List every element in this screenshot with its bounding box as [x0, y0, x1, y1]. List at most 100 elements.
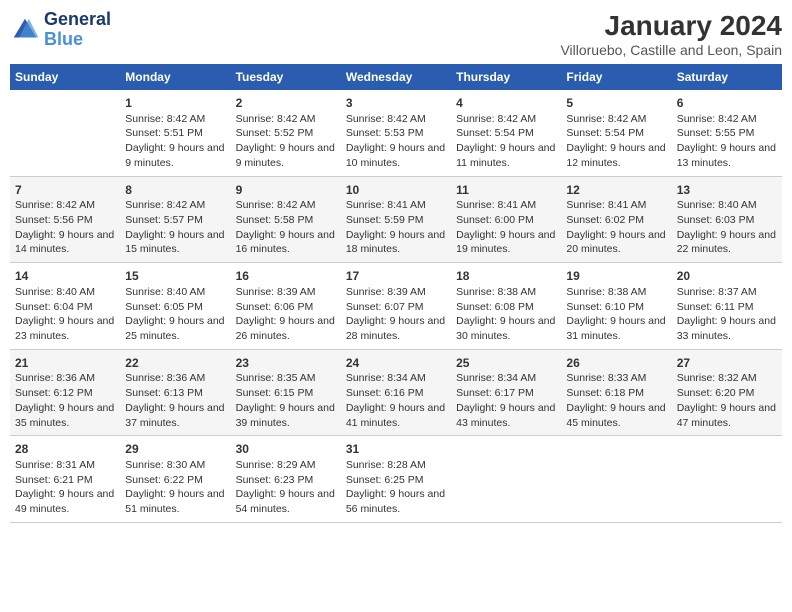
day-number: 21 — [15, 355, 115, 372]
daylight-text: Daylight: 9 hours and 15 minutes. — [125, 228, 225, 257]
calendar-cell: 31Sunrise: 8:28 AMSunset: 6:25 PMDayligh… — [341, 436, 451, 523]
sunrise-text: Sunrise: 8:37 AM — [677, 285, 777, 300]
day-number: 13 — [677, 182, 777, 199]
daylight-text: Daylight: 9 hours and 22 minutes. — [677, 228, 777, 257]
sunset-text: Sunset: 5:51 PM — [125, 126, 225, 141]
calendar-cell: 2Sunrise: 8:42 AMSunset: 5:52 PMDaylight… — [231, 90, 341, 176]
week-row-1: 7 Sunrise: 8:42 AM Sunset: 5:56 PM Daylight… — [10, 176, 782, 263]
calendar-cell: 3Sunrise: 8:42 AMSunset: 5:53 PMDaylight… — [341, 90, 451, 176]
sunset-text: Sunset: 6:25 PM — [346, 473, 446, 488]
day-number: 4 — [456, 95, 556, 112]
day-number: 15 — [125, 268, 225, 285]
week-row-2: 14Sunrise: 8:40 AMSunset: 6:04 PMDayligh… — [10, 263, 782, 350]
day-number: 9 — [236, 182, 336, 199]
day-number: 16 — [236, 268, 336, 285]
sunrise-text: Sunrise: 8:41 AM — [566, 198, 666, 213]
sunset-text: Sunset: 6:17 PM — [456, 386, 556, 401]
sunset-text: Sunset: 6:23 PM — [236, 473, 336, 488]
sunset-text: Sunset: 5:59 PM — [346, 213, 446, 228]
calendar-cell: 22Sunrise: 8:36 AMSunset: 6:13 PMDayligh… — [120, 349, 230, 436]
logo-text: General Blue — [44, 10, 111, 50]
sunrise-text: Sunrise: 8:36 AM — [15, 371, 115, 386]
sunrise-text: Sunrise: 8:39 AM — [346, 285, 446, 300]
logo: General Blue — [10, 10, 111, 50]
subtitle: Villoruebo, Castille and Leon, Spain — [560, 42, 782, 58]
sunset-text: Sunset: 6:02 PM — [566, 213, 666, 228]
daylight-text: Daylight: 9 hours and 19 minutes. — [456, 228, 556, 257]
day-number: 2 — [236, 95, 336, 112]
calendar-cell: 21Sunrise: 8:36 AMSunset: 6:12 PMDayligh… — [10, 349, 120, 436]
daylight-text: Daylight: 9 hours and 39 minutes. — [236, 401, 336, 430]
day-number: 1 — [125, 95, 225, 112]
sunrise-text: Sunrise: 8:41 AM — [346, 198, 446, 213]
day-number: 18 — [456, 268, 556, 285]
calendar-cell: 13Sunrise: 8:40 AMSunset: 6:03 PMDayligh… — [672, 176, 782, 263]
sunset-text: Sunset: 6:05 PM — [125, 300, 225, 315]
sunset-text: Sunset: 5:58 PM — [236, 213, 336, 228]
calendar-table: SundayMondayTuesdayWednesdayThursdayFrid… — [10, 64, 782, 523]
column-header-saturday: Saturday — [672, 64, 782, 90]
sunrise-text: Sunrise: 8:28 AM — [346, 458, 446, 473]
sunrise-text: Sunrise: 8:42 AM — [677, 112, 777, 127]
day-number: 12 — [566, 182, 666, 199]
daylight-text: Daylight: 9 hours and 25 minutes. — [125, 314, 225, 343]
calendar-cell: 20Sunrise: 8:37 AMSunset: 6:11 PMDayligh… — [672, 263, 782, 350]
calendar-cell — [10, 90, 120, 176]
sunset-text: Sunset: 5:55 PM — [677, 126, 777, 141]
sunset-text: Sunset: 6:15 PM — [236, 386, 336, 401]
day-number: 5 — [566, 95, 666, 112]
sunset-text: Sunset: 6:04 PM — [15, 300, 115, 315]
calendar-cell — [672, 436, 782, 523]
day-number: 8 — [125, 182, 225, 199]
sunrise-text: Sunrise: 8:35 AM — [236, 371, 336, 386]
sunset-text: Sunset: 5:54 PM — [566, 126, 666, 141]
column-header-monday: Monday — [120, 64, 230, 90]
day-number: 14 — [15, 268, 115, 285]
column-header-friday: Friday — [561, 64, 671, 90]
week-row-4: 28Sunrise: 8:31 AMSunset: 6:21 PMDayligh… — [10, 436, 782, 523]
sunrise-text: Sunrise: 8:42 AM — [236, 198, 336, 213]
day-number: 7 — [15, 182, 115, 199]
sunset-text: Sunset: 5:57 PM — [125, 213, 225, 228]
sunset-text: Sunset: 5:54 PM — [456, 126, 556, 141]
calendar-cell: 18Sunrise: 8:38 AMSunset: 6:08 PMDayligh… — [451, 263, 561, 350]
header-row: SundayMondayTuesdayWednesdayThursdayFrid… — [10, 64, 782, 90]
daylight-text: Daylight: 9 hours and 11 minutes. — [456, 141, 556, 170]
sunrise-text: Sunrise: 8:39 AM — [236, 285, 336, 300]
calendar-cell: 25Sunrise: 8:34 AMSunset: 6:17 PMDayligh… — [451, 349, 561, 436]
sunset-text: Sunset: 5:52 PM — [236, 126, 336, 141]
calendar-cell: 12Sunrise: 8:41 AMSunset: 6:02 PMDayligh… — [561, 176, 671, 263]
daylight-text: Daylight: 9 hours and 51 minutes. — [125, 487, 225, 516]
sunrise-text: Sunrise: 8:34 AM — [346, 371, 446, 386]
sunset-text: Sunset: 6:06 PM — [236, 300, 336, 315]
day-number: 23 — [236, 355, 336, 372]
calendar-cell: 24Sunrise: 8:34 AMSunset: 6:16 PMDayligh… — [341, 349, 451, 436]
daylight-text: Daylight: 9 hours and 54 minutes. — [236, 487, 336, 516]
daylight-text: Daylight: 9 hours and 28 minutes. — [346, 314, 446, 343]
page-header: General Blue January 2024 Villoruebo, Ca… — [10, 10, 782, 58]
calendar-cell: 19Sunrise: 8:38 AMSunset: 6:10 PMDayligh… — [561, 263, 671, 350]
logo-icon — [10, 15, 40, 45]
daylight-text: Daylight: 9 hours and 13 minutes. — [677, 141, 777, 170]
calendar-cell: 1Sunrise: 8:42 AMSunset: 5:51 PMDaylight… — [120, 90, 230, 176]
daylight-text: Daylight: 9 hours and 49 minutes. — [15, 487, 115, 516]
sunrise-text: Sunrise: 8:42 AM — [566, 112, 666, 127]
column-header-tuesday: Tuesday — [231, 64, 341, 90]
day-number: 10 — [346, 182, 446, 199]
column-header-sunday: Sunday — [10, 64, 120, 90]
day-number: 20 — [677, 268, 777, 285]
calendar-cell: 7Sunrise: 8:42 AMSunset: 5:56 PMDaylight… — [10, 176, 120, 263]
sunrise-text: Sunrise: 8:33 AM — [566, 371, 666, 386]
sunrise-text: Sunrise: 8:40 AM — [677, 198, 777, 213]
sunrise-text: Sunrise: 8:36 AM — [125, 371, 225, 386]
sunset-text: Sunset: 6:13 PM — [125, 386, 225, 401]
calendar-cell: 14Sunrise: 8:40 AMSunset: 6:04 PMDayligh… — [10, 263, 120, 350]
daylight-text: Daylight: 9 hours and 31 minutes. — [566, 314, 666, 343]
daylight-text: Daylight: 9 hours and 41 minutes. — [346, 401, 446, 430]
calendar-cell: 16Sunrise: 8:39 AMSunset: 6:06 PMDayligh… — [231, 263, 341, 350]
calendar-cell: 5Sunrise: 8:42 AMSunset: 5:54 PMDaylight… — [561, 90, 671, 176]
sunset-text: Sunset: 5:56 PM — [15, 213, 115, 228]
sunset-text: Sunset: 6:16 PM — [346, 386, 446, 401]
daylight-text: Daylight: 9 hours and 10 minutes. — [346, 141, 446, 170]
daylight-text: Daylight: 9 hours and 20 minutes. — [566, 228, 666, 257]
